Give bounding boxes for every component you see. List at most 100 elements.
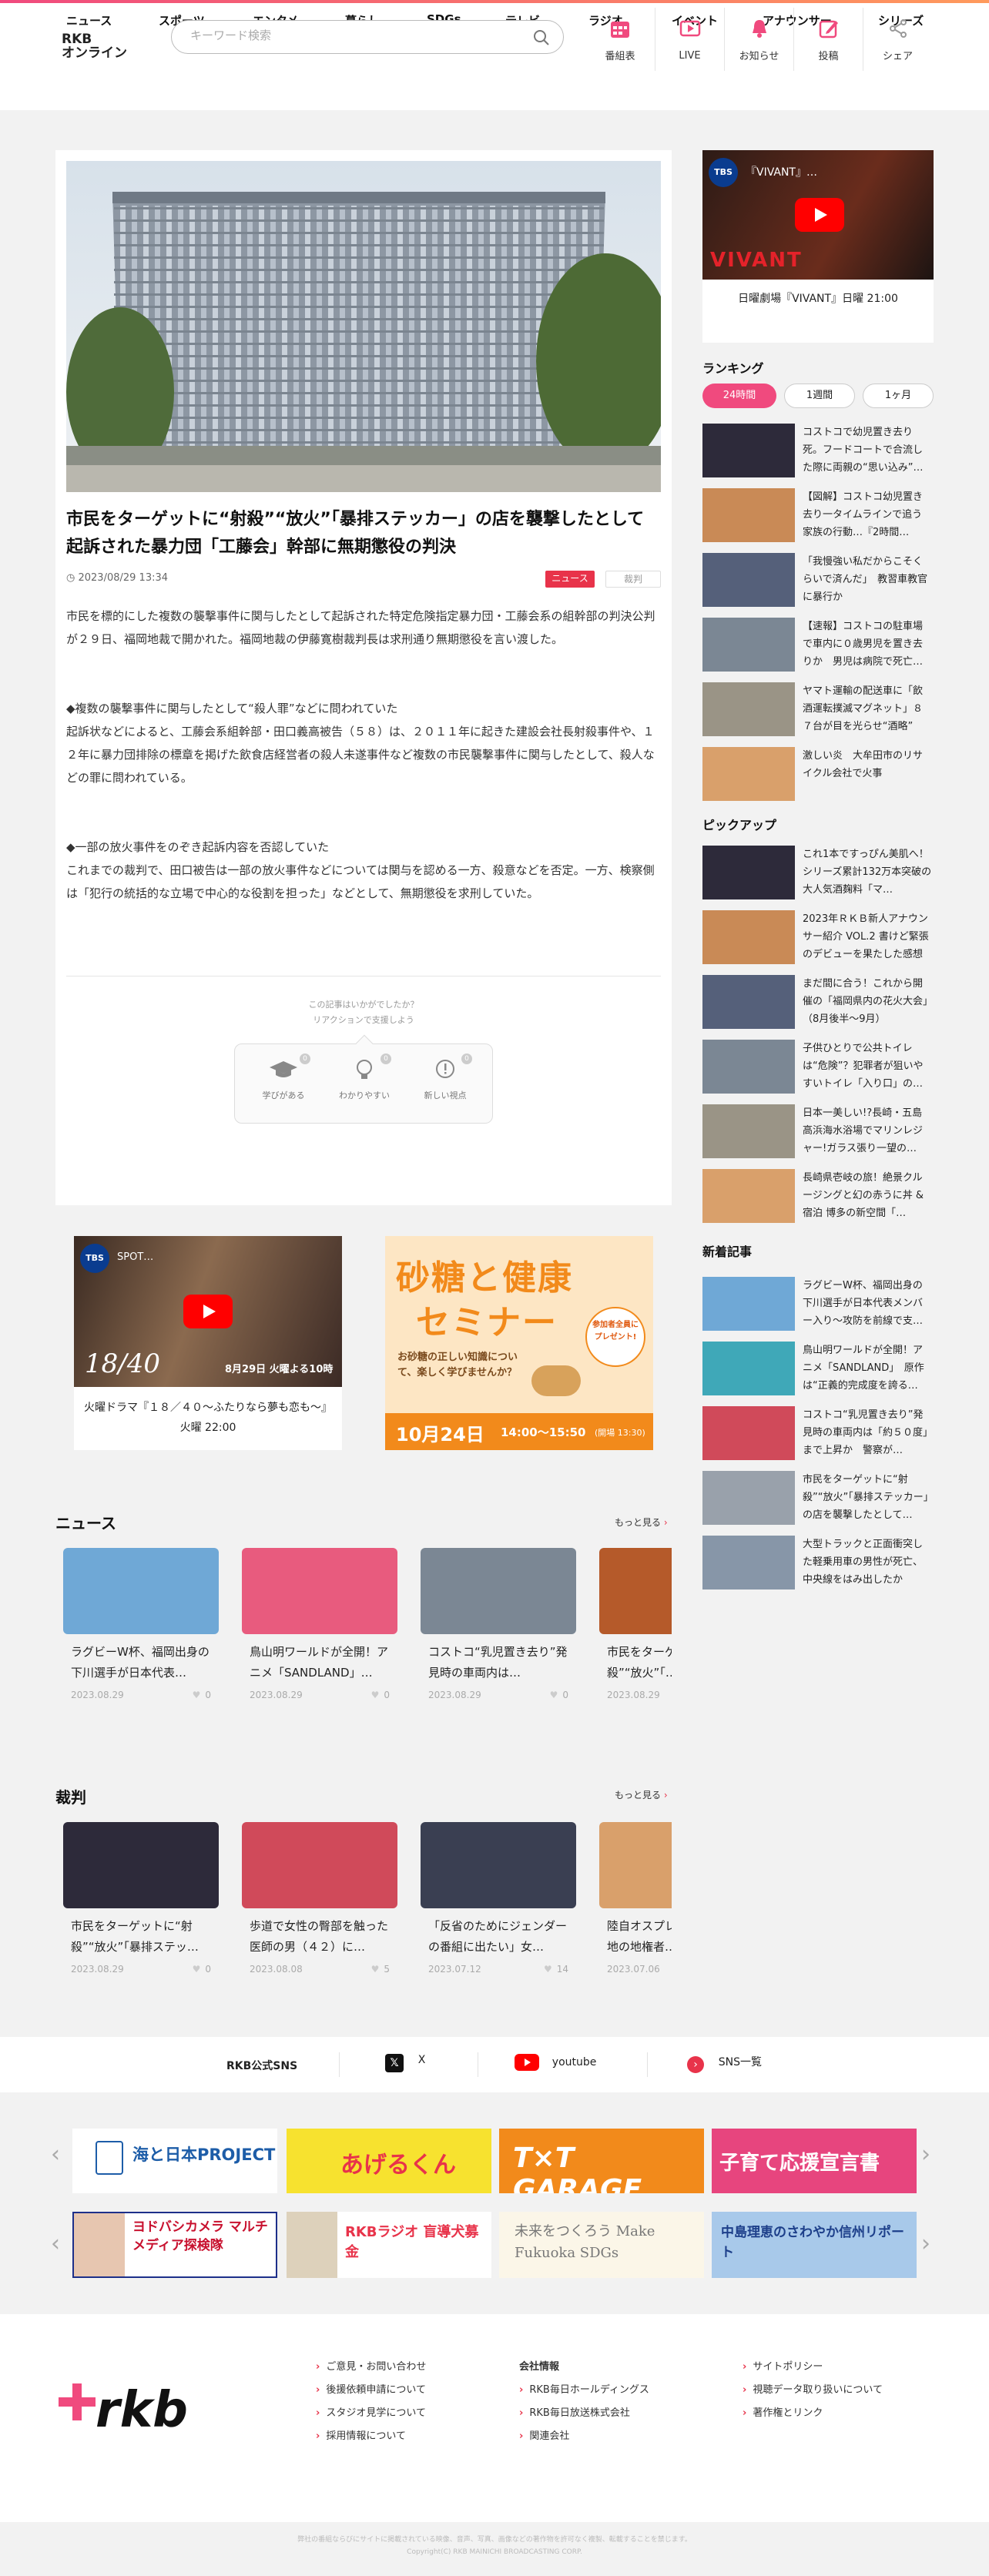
sugar-seminar-banner[interactable]: 砂糖と健康 セミナー 参加者全員にプレゼント! お砂糖の正しい知識について、楽し…: [385, 1236, 653, 1450]
card-date: 2023.07.06: [607, 1964, 660, 1975]
banner-txt-garage[interactable]: T×T GARAGE: [499, 2129, 704, 2193]
footer-link[interactable]: › ご意見・お問い合わせ: [316, 2356, 426, 2379]
tag-news[interactable]: ニュース: [545, 571, 595, 588]
card-footer: 2023.08.29 ♥ 0: [71, 1964, 211, 1975]
ranking-list: コストコで幼児置き去り死。フードコートで合流した際に両親の“思い込み”… 【図解】…: [702, 424, 934, 812]
youtube-icon: [515, 2054, 539, 2071]
banner-next-arrow[interactable]: ›: [921, 2141, 930, 2168]
banner-yodobashi[interactable]: ヨドバシカメラ マルチメディア探検隊: [72, 2212, 277, 2278]
list-item[interactable]: 大型トラックと正面衝突した軽乗用車の男性が死亡、中央線をはみ出したか: [702, 1536, 934, 1589]
article-card[interactable]: 歩道で女性の臀部を触った医師の男（４２）に… 2023.08.08 ♥ 5: [242, 1822, 397, 1976]
list-item[interactable]: 「我慢強い私だからこそくらいで済んだ」 教習車教官に暴行か: [702, 553, 934, 607]
banner-kosodate[interactable]: 子育て応援宣言書: [712, 2129, 917, 2193]
sns-list-link[interactable]: › SNS一覧: [687, 2054, 762, 2073]
thumbnail-image: [702, 1536, 795, 1589]
list-item[interactable]: 【図解】コストコ幼児置き去り一タイムラインで追う家族の行動…『2時間…: [702, 488, 934, 542]
list-item[interactable]: 日本一美しい!?長崎・五島高浜海水浴場でマリンレジャー!ガラス張り一望の…: [702, 1104, 934, 1158]
notice-button[interactable]: お知らせ: [724, 8, 793, 71]
list-item[interactable]: 長崎県壱岐の旅！絶景クルージングと幻の赤うに丼 & 宿泊 博多の新空間「…: [702, 1169, 934, 1223]
banner-prev-arrow[interactable]: ‹: [51, 2141, 60, 2168]
list-item-title: コストコ“乳児置き去り”発見時の車両内は「約５０度」まで上昇か 警察が…: [803, 1409, 928, 1456]
banner-guide-dog-text: RKBラジオ 盲導犬募金: [345, 2224, 479, 2260]
drama-video-player[interactable]: TBS SPOT… 18/40 8月29日 火曜よる10時: [74, 1236, 342, 1387]
card-thumbnail: [421, 1548, 576, 1634]
footer-link[interactable]: › RKB毎日放送株式会社: [519, 2402, 649, 2425]
footer-link[interactable]: › RKB毎日ホールディングス: [519, 2379, 649, 2402]
rkb-logo[interactable]: rkb: [55, 2368, 191, 2437]
banner-guide-dog[interactable]: RKBラジオ 盲導犬募金: [287, 2212, 491, 2278]
program-guide-button[interactable]: 番組表: [585, 8, 655, 71]
card-likes-count: 0: [205, 1964, 211, 1975]
list-item[interactable]: 市民をターゲットに“射殺”“放火”「暴排ステッカー」の店を襲撃したとして…: [702, 1471, 934, 1525]
list-item[interactable]: ラグビーW杯、福岡出身の下川選手が日本代表メンバー入り〜攻防を前線で支…: [702, 1277, 934, 1331]
banner-shinshu[interactable]: 中島理恵のさわやか信州リポート: [712, 2212, 917, 2278]
list-item[interactable]: ヤマト運輸の配送車に「飲酒運転撲滅マグネット」８７台が目を光らせ“酒略”: [702, 682, 934, 736]
share-button[interactable]: シェア: [863, 8, 932, 71]
article-card[interactable]: 「反省のためにジェンダーの番組に出たい」女… 2023.07.12 ♥ 14: [421, 1822, 576, 1976]
footer-link[interactable]: › サイトポリシー: [743, 2356, 883, 2379]
site-logo[interactable]: RKB オンライン: [62, 32, 127, 60]
footer-link[interactable]: › 採用情報について: [316, 2425, 426, 2448]
news-more-link[interactable]: もっと見る ›: [615, 1516, 668, 1529]
card-footer: 2023.08.29 ♥ 0: [71, 1690, 211, 1700]
article-card[interactable]: 市民をターゲットに“射殺”“放火”「… 2023.08.29: [599, 1548, 672, 1702]
tag-court[interactable]: 裁判: [605, 571, 661, 588]
reaction-new-view-button[interactable]: 新しい視点 0: [411, 1054, 480, 1101]
video-title: 『VIVANT』…: [746, 166, 817, 179]
reaction-support: リアクションで支援しよう: [313, 1015, 414, 1025]
list-item[interactable]: 【速報】コストコの駐車場で車内に０歳男児を置き去りか 男児は病院で死亡…: [702, 618, 934, 672]
list-item-title: ヤマト運輸の配送車に「飲酒運転撲滅マグネット」８７台が目を光らせ“酒略”: [803, 685, 924, 732]
footer-link[interactable]: › スタジオ見学について: [316, 2402, 426, 2425]
footer-link[interactable]: › 関連会社: [519, 2425, 649, 2448]
list-item[interactable]: コストコで幼児置き去り死。フードコートで合流した際に両親の“思い込み”…: [702, 424, 934, 477]
footer-link[interactable]: › 視聴データ取り扱いについて: [743, 2379, 883, 2402]
court-more-link[interactable]: もっと見る ›: [615, 1788, 668, 1801]
footer-link[interactable]: › 著作権とリンク: [743, 2402, 883, 2425]
site-footer: rkb › ご意見・お問い合わせ › 後援依頼申請について › スタジオ見学について › 採用…: [0, 2314, 989, 2522]
list-item[interactable]: これ1本ですっぴん美肌へ！シリーズ累計132万本突破の大人気酒麹料「マ…: [702, 846, 934, 899]
heart-icon: ♥: [370, 1690, 380, 1700]
news-carousel: ラグビーW杯、福岡出身の下川選手が日本代表… 2023.08.29 ♥ 0 鳥山明ワール…: [63, 1548, 672, 1717]
notice-label: お知らせ: [739, 51, 779, 62]
list-item[interactable]: まだ間に合う！これから開催の「福岡県内の花火大会」（8月後半〜9月）: [702, 975, 934, 1029]
card-thumbnail: [242, 1548, 397, 1634]
nav-news[interactable]: ニュース: [66, 12, 112, 28]
banner-ageru-kun[interactable]: あげるくん: [287, 2129, 491, 2193]
card-footer: 2023.07.06: [607, 1964, 672, 1975]
reaction-learn-button[interactable]: 学びがある 0: [249, 1054, 318, 1101]
article-card[interactable]: 鳥山明ワールドが全開！アニメ「SANDLAND」… 2023.08.29 ♥ 0: [242, 1548, 397, 1702]
list-item[interactable]: 2023年ＲＫＢ新人アナウンサー紹介 VOL.2 書けど緊張のデビューを果たした…: [702, 910, 934, 964]
youtube-play-button[interactable]: [795, 198, 844, 232]
graduation-cap-icon: [270, 1061, 297, 1077]
list-item-title: 子供ひとりで公共トイレは“危険”？犯罪者が狙いやすいトイレ「入り口」の…: [803, 1043, 924, 1090]
article-card[interactable]: コストコ“乳児置き去り”発見時の車両内は… 2023.08.29 ♥ 0: [421, 1548, 576, 1702]
list-item[interactable]: 子供ひとりで公共トイレは“危険”？犯罪者が狙いやすいトイレ「入り口」の…: [702, 1040, 934, 1094]
post-button[interactable]: 投稿: [793, 8, 863, 71]
live-button[interactable]: LIVE: [655, 8, 724, 71]
program-guide-label: 番組表: [605, 51, 635, 62]
search-icon[interactable]: [532, 28, 551, 47]
list-item[interactable]: 鳥山明ワールドが全開！アニメ「SANDLAND」 原作は“正義的完成度を誇る…: [702, 1342, 934, 1395]
banner-prev-arrow[interactable]: ‹: [51, 2230, 60, 2257]
pickup-list: これ1本ですっぴん美肌へ！シリーズ累計132万本突破の大人気酒麹料「マ… 2023…: [702, 846, 934, 1234]
tab-24h[interactable]: 24時間: [702, 384, 776, 408]
article-card[interactable]: 陸自オスプレイ 佐賀駐屯地の地権者… 2023.07.06: [599, 1822, 672, 1976]
article-card[interactable]: ラグビーW杯、福岡出身の下川選手が日本代表… 2023.08.29 ♥ 0: [63, 1548, 219, 1702]
banner-sdgs[interactable]: 未来をつくろう Make Fukuoka SDGs: [499, 2212, 704, 2278]
x-link[interactable]: 𝕏 X: [385, 2054, 425, 2072]
tab-1week[interactable]: 1週間: [784, 384, 855, 408]
vivant-video-player[interactable]: TBS 『VIVANT』… VIVANT: [702, 150, 934, 280]
tab-1month[interactable]: 1ヶ月: [863, 384, 934, 408]
reaction-clear-button[interactable]: わかりやすい 0: [330, 1054, 399, 1101]
list-item[interactable]: 激しい炎 大牟田市のリサイクル会社で火事: [702, 747, 934, 801]
body-heading: ◆複数の襲撃事件に関与したとして“殺人罪”などに問われていた: [66, 702, 398, 715]
search-input[interactable]: [190, 28, 514, 42]
banner-next-arrow[interactable]: ›: [921, 2230, 930, 2257]
article-card[interactable]: 市民をターゲットに“射殺”“放火”「暴排ステッ… 2023.08.29 ♥ 0: [63, 1822, 219, 1976]
list-item[interactable]: コストコ“乳児置き去り”発見時の車両内は「約５０度」まで上昇か 警察が…: [702, 1406, 934, 1460]
youtube-link[interactable]: youtube: [515, 2054, 596, 2072]
footer-link[interactable]: › 後援依頼申請について: [316, 2379, 426, 2402]
chevron-right-icon: ›: [316, 2430, 320, 2442]
banner-umi-to-nihon[interactable]: 海と日本PROJECT: [72, 2129, 277, 2193]
youtube-play-button[interactable]: [183, 1295, 233, 1328]
